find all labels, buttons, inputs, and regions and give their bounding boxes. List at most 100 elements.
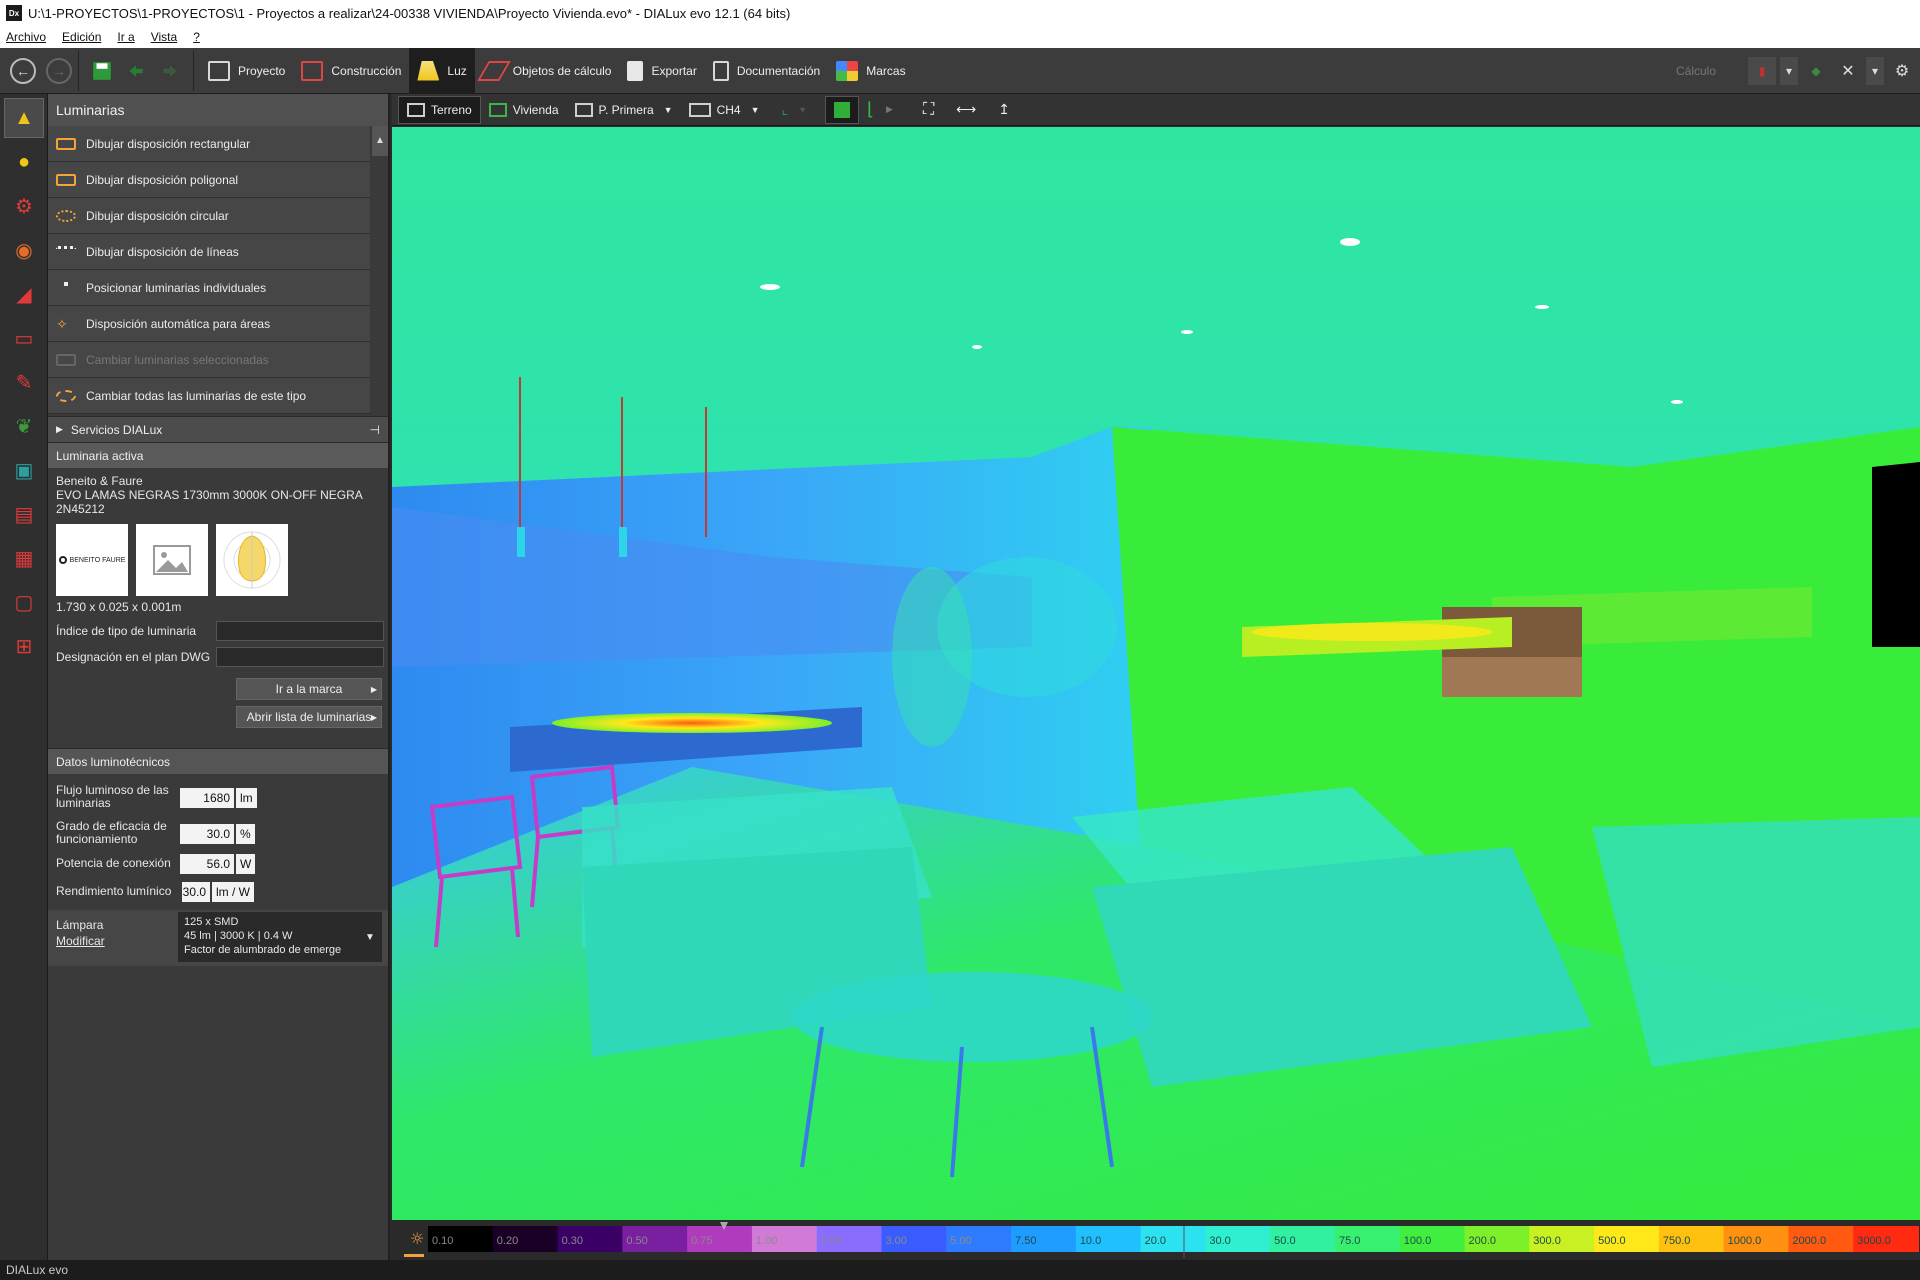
rendimiento-input[interactable]: 30.0	[182, 882, 210, 902]
grado-input[interactable]: 30.0	[180, 824, 234, 844]
view-planta[interactable]: P. Primera ▼	[567, 96, 681, 124]
manufacturer-logo[interactable]: BENEITO FAURE	[56, 524, 128, 596]
tab-marcas[interactable]: Marcas	[828, 48, 913, 94]
view-vivienda[interactable]: Vivienda	[481, 96, 567, 124]
lamp-icon	[417, 60, 440, 81]
action-change-selected[interactable]: Cambiar luminarias seleccionadas	[48, 342, 370, 378]
emergency-icon[interactable]: ▣	[4, 450, 44, 490]
dimming-icon[interactable]: ◢	[4, 274, 44, 314]
services-section[interactable]: ▶ Servicios DIALux ⊣	[48, 416, 388, 442]
back-icon[interactable]: ←	[10, 57, 36, 84]
save-icon[interactable]	[91, 60, 113, 82]
leaf-icon[interactable]: ❦	[4, 406, 44, 446]
close-icon[interactable]: ✕	[1834, 57, 1862, 85]
redo-icon[interactable]	[159, 60, 181, 82]
chevron-right-icon[interactable]: ▶	[886, 104, 893, 115]
report-icon[interactable]: ▤	[4, 494, 44, 534]
action-lines[interactable]: Dibujar disposición de líneas	[48, 234, 370, 270]
calc-status-icon[interactable]: ▮	[1748, 57, 1776, 85]
chevron-down-icon[interactable]: ▾	[1780, 57, 1798, 85]
tab-objetos-calculo[interactable]: Objetos de cálculo	[475, 48, 620, 94]
photometric-section: Datos luminotécnicos	[48, 748, 388, 774]
chevron-down-icon[interactable]: ▼	[751, 105, 760, 115]
active-luminaire-section: Luminaria activa	[48, 442, 388, 468]
3d-viewport[interactable]	[392, 127, 1920, 1220]
pin-icon[interactable]: ⊣	[370, 423, 380, 437]
tipo-input[interactable]	[216, 621, 384, 641]
scale-tick-label: 0.20	[497, 1235, 518, 1247]
scale-tick-label: 20.0	[1145, 1235, 1166, 1247]
light-distribution-diagram[interactable]	[216, 524, 288, 596]
view-mode-dropdown[interactable]: ⌞ ▼	[774, 96, 815, 124]
rooms-icon[interactable]: ▭	[4, 318, 44, 358]
collapse-icon[interactable]: ▲	[372, 126, 388, 156]
goto-brand-row: Ir a la marca ▶	[48, 678, 388, 706]
menu-vista[interactable]: Vista	[151, 30, 177, 44]
open-luminaire-list-button[interactable]: Abrir lista de luminarias ▶	[236, 706, 382, 728]
status-bar: DIALux evo	[0, 1260, 1920, 1280]
sun-icon[interactable]: ☼	[410, 1229, 424, 1248]
colors-icon[interactable]: ◉	[4, 230, 44, 270]
menu-help[interactable]: ?	[193, 30, 200, 44]
change-all-icon	[56, 389, 76, 402]
menu-archivo[interactable]: Archivo	[6, 30, 46, 44]
action-label: Disposición automática para áreas	[86, 316, 271, 331]
calc-label[interactable]: Cálculo	[1676, 64, 1746, 78]
row-rendimiento: Rendimiento lumínico 30.0 lm / W	[48, 878, 388, 906]
goto-brand-button[interactable]: Ir a la marca ▶	[236, 678, 382, 700]
forward-icon[interactable]: →	[46, 57, 72, 84]
image-icon	[153, 545, 191, 575]
menu-edicion[interactable]: Edición	[62, 30, 101, 44]
potencia-input[interactable]: 56.0	[180, 854, 234, 874]
tab-proyecto[interactable]: Proyecto	[200, 48, 293, 94]
app-icon: Dx	[6, 5, 22, 21]
action-polygonal[interactable]: Dibujar disposición poligonal	[48, 162, 370, 198]
flujo-input[interactable]: 1680	[180, 788, 234, 808]
tab-construccion[interactable]: Construcción	[293, 48, 409, 94]
chevron-down-icon[interactable]: ▾	[1866, 57, 1884, 85]
modificar-link[interactable]: Modificar	[56, 934, 105, 948]
view-mode-icon: ⌞	[781, 101, 789, 117]
luminaires-icon[interactable]: ▲	[4, 98, 44, 138]
menu-ir-a[interactable]: Ir a	[117, 30, 134, 44]
tab-luz[interactable]: Luz	[409, 47, 475, 94]
action-circular[interactable]: Dibujar disposición circular	[48, 198, 370, 234]
undo-icon[interactable]	[125, 60, 147, 82]
view-room[interactable]: CH4 ▼	[681, 96, 768, 124]
tools-icon[interactable]: ✎	[4, 362, 44, 402]
tab-documentacion[interactable]: Documentación	[705, 48, 828, 94]
action-automatic[interactable]: ✧ Disposición automática para áreas	[48, 306, 370, 342]
gear-icon[interactable]: ⚙	[1888, 57, 1916, 85]
export-icon[interactable]: ▦	[4, 538, 44, 578]
dwg-input[interactable]	[216, 647, 384, 667]
bulb-icon[interactable]: ●	[4, 142, 44, 182]
zoom-fit-button[interactable]: ⛶	[915, 96, 942, 124]
action-individual[interactable]: Posicionar luminarias individuales	[48, 270, 370, 306]
leaf-icon[interactable]: ◆	[1802, 57, 1830, 85]
view-label: Terreno	[431, 102, 472, 117]
measure-button[interactable]: ⟷	[948, 96, 984, 124]
row-flujo: Flujo luminoso de las luminarias 1680 lm	[48, 780, 388, 816]
calculation-controls: Cálculo ▮ ▾ ◆ ✕ ▾ ⚙	[1660, 48, 1920, 94]
product-image-placeholder[interactable]	[136, 524, 208, 596]
frame-icon[interactable]: ▢	[4, 582, 44, 622]
scale-tick-label: 200.0	[1469, 1235, 1497, 1247]
solid-view-icon	[834, 101, 850, 118]
wall-view-button[interactable]: ⌊ ▶	[859, 96, 901, 124]
network-icon[interactable]: ⊞	[4, 626, 44, 666]
tab-exportar[interactable]: Exportar	[619, 48, 704, 94]
toolbar-separator	[193, 50, 194, 91]
field-label: Designación en el plan DWG	[56, 650, 211, 664]
light-scenes-icon[interactable]: ⚙	[4, 186, 44, 226]
fit-view-icon: ⛶	[922, 100, 935, 118]
chevron-down-icon[interactable]: ▼	[664, 105, 673, 115]
action-change-all[interactable]: Cambiar todas las luminarias de este tip…	[48, 378, 370, 414]
view-terreno[interactable]: Terreno	[398, 95, 481, 124]
chevron-down-icon[interactable]: ▼	[358, 912, 382, 962]
axis-button[interactable]: ↥	[990, 96, 1018, 124]
action-rectangular[interactable]: Dibujar disposición rectangular	[48, 126, 370, 162]
action-label: Cambiar todas las luminarias de este tip…	[86, 388, 307, 403]
false-color-render[interactable]	[392, 127, 1920, 1220]
lamp-select[interactable]: 125 x SMD 45 lm | 3000 K | 0.4 W Factor …	[178, 912, 358, 962]
solid-view-button[interactable]	[825, 95, 859, 124]
